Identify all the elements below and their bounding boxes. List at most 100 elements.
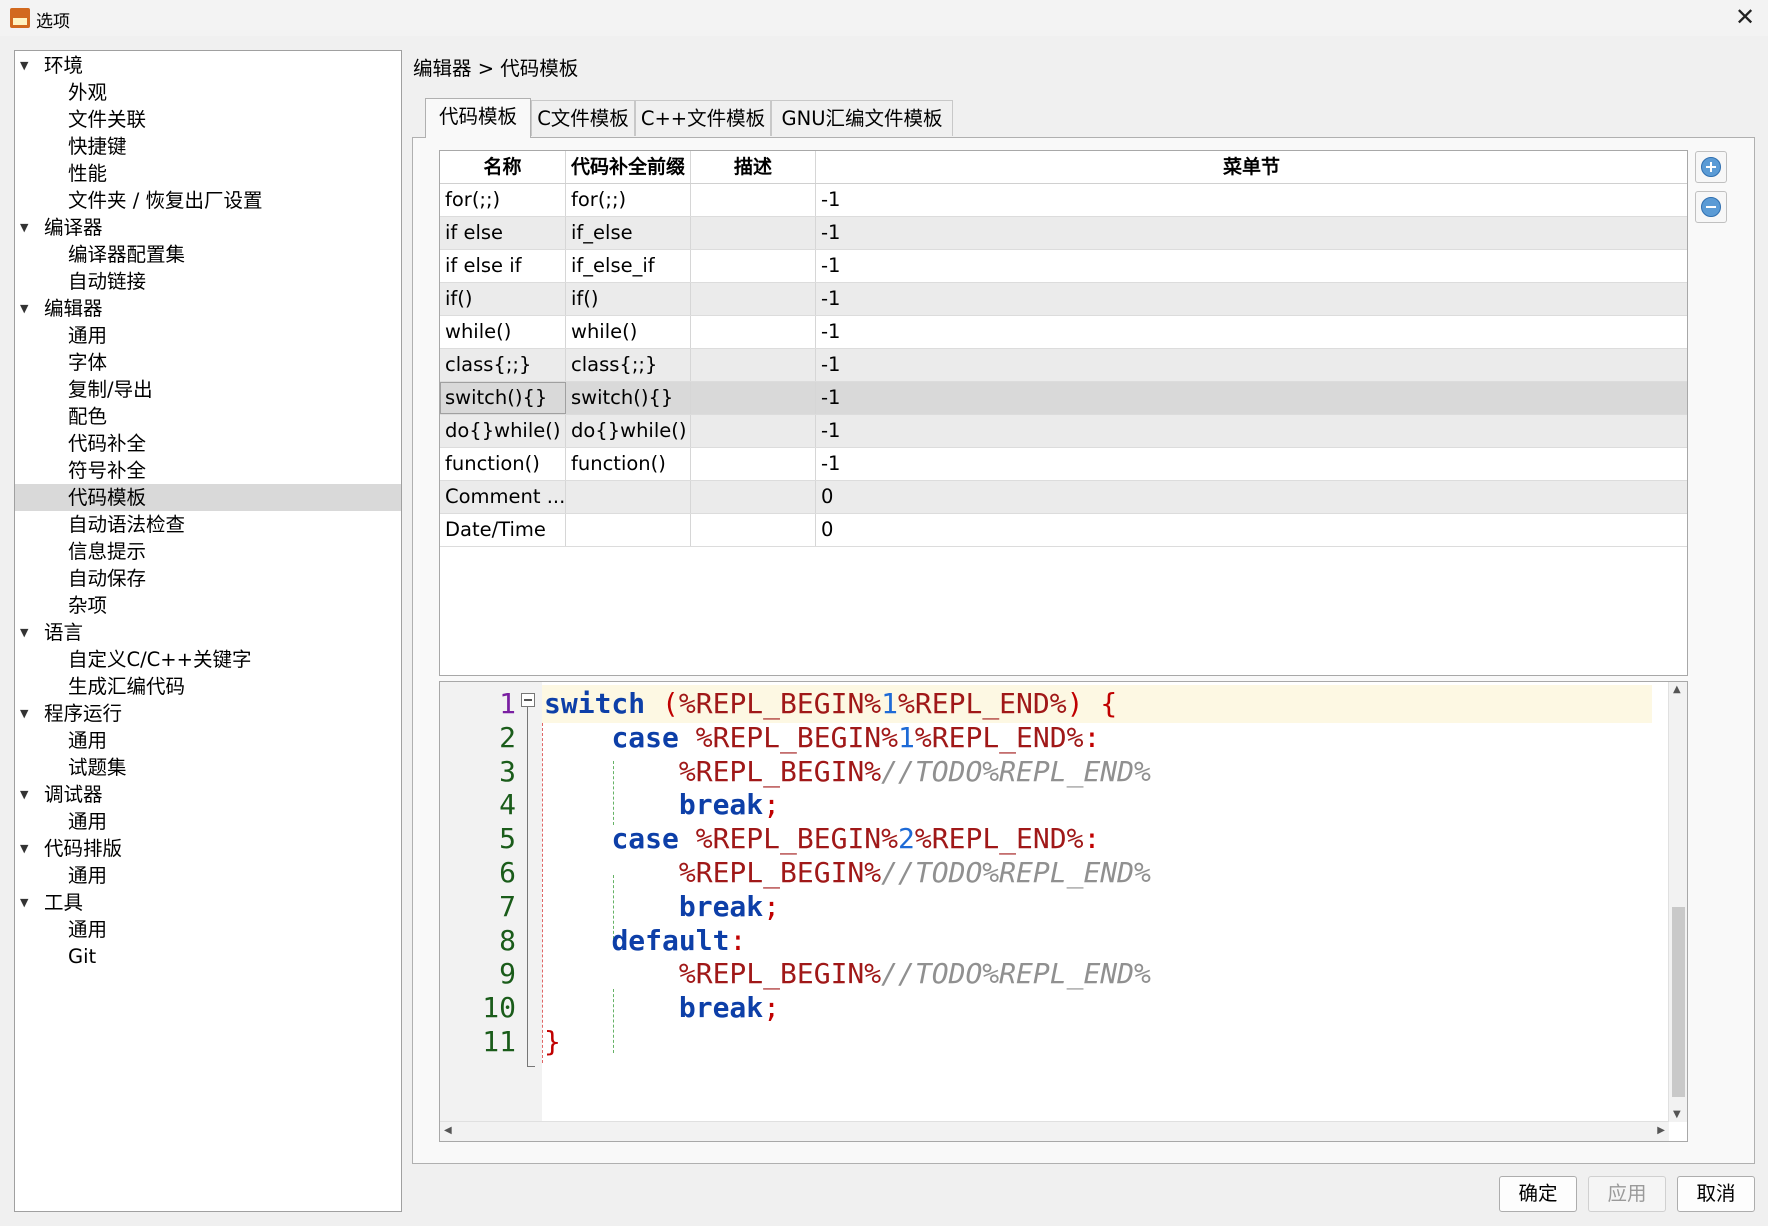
table-row[interactable]: if else if_else -1	[440, 217, 1687, 250]
tree-item[interactable]: 自动语法检查	[15, 511, 401, 538]
tree-item[interactable]: 通用	[15, 916, 401, 943]
table-row[interactable]: while() while() -1	[440, 316, 1687, 349]
template-name-cell[interactable]: for(;;)	[440, 184, 566, 216]
description-cell[interactable]	[691, 415, 816, 447]
description-cell[interactable]	[691, 349, 816, 381]
expand-caret-icon[interactable]: ▼	[20, 295, 28, 322]
expand-caret-icon[interactable]: ▼	[20, 214, 28, 241]
prefix-cell[interactable]: function()	[566, 448, 691, 480]
horizontal-scrollbar[interactable]: ◀ ▶	[440, 1121, 1669, 1141]
tree-item[interactable]: 文件关联	[15, 106, 401, 133]
table-row[interactable]: do{}while() do{}while() -1	[440, 415, 1687, 448]
column-header-menu-section[interactable]: 菜单节	[816, 151, 1687, 183]
tree-category[interactable]: ▼ 代码排版	[15, 835, 401, 862]
menu-section-cell[interactable]: 0	[816, 514, 1687, 546]
tree-category[interactable]: ▼ 程序运行	[15, 700, 401, 727]
template-name-cell[interactable]: switch(){}	[440, 382, 566, 414]
apply-button[interactable]: 应用	[1588, 1176, 1666, 1212]
tree-category[interactable]: ▼ 编辑器	[15, 295, 401, 322]
scroll-right-arrow-icon[interactable]: ▶	[1657, 1125, 1665, 1136]
template-name-cell[interactable]: if else	[440, 217, 566, 249]
tree-item[interactable]: 通用	[15, 727, 401, 754]
table-row[interactable]: function() function() -1	[440, 448, 1687, 481]
scroll-left-arrow-icon[interactable]: ◀	[444, 1125, 452, 1136]
scroll-down-arrow-icon[interactable]: ▼	[1673, 1109, 1681, 1120]
table-row[interactable]: class{;;} class{;;} -1	[440, 349, 1687, 382]
tree-category[interactable]: ▼ 语言	[15, 619, 401, 646]
column-header-description[interactable]: 描述	[691, 151, 816, 183]
tree-item[interactable]: 代码补全	[15, 430, 401, 457]
description-cell[interactable]	[691, 250, 816, 282]
prefix-cell[interactable]	[566, 514, 691, 546]
tree-item[interactable]: 生成汇编代码	[15, 673, 401, 700]
description-cell[interactable]	[691, 481, 816, 513]
ok-button[interactable]: 确定	[1499, 1176, 1577, 1212]
options-tree[interactable]: ▼ 环境 外观 文件关联 快捷键 性能 文件夹 / 恢复出厂设置 ▼ 编译器 编译器配置集 自动链接…	[14, 50, 402, 1212]
tree-item[interactable]: 通用	[15, 322, 401, 349]
menu-section-cell[interactable]: -1	[816, 382, 1687, 414]
menu-section-cell[interactable]: -1	[816, 316, 1687, 348]
tab-code-templates[interactable]: 代码模板	[425, 98, 531, 138]
tree-item[interactable]: 通用	[15, 862, 401, 889]
description-cell[interactable]	[691, 316, 816, 348]
cancel-button[interactable]: 取消	[1677, 1176, 1755, 1212]
tree-item[interactable]: 文件夹 / 恢复出厂设置	[15, 187, 401, 214]
menu-section-cell[interactable]: -1	[816, 184, 1687, 216]
menu-section-cell[interactable]: -1	[816, 283, 1687, 315]
menu-section-cell[interactable]: -1	[816, 250, 1687, 282]
description-cell[interactable]	[691, 283, 816, 315]
expand-caret-icon[interactable]: ▼	[20, 781, 28, 808]
template-name-cell[interactable]: if()	[440, 283, 566, 315]
prefix-cell[interactable]: switch(){}	[566, 382, 691, 414]
tree-item[interactable]: 自动保存	[15, 565, 401, 592]
menu-section-cell[interactable]: -1	[816, 217, 1687, 249]
remove-template-button[interactable]	[1695, 191, 1727, 223]
tree-category[interactable]: ▼ 环境	[15, 52, 401, 79]
vertical-scroll-thumb[interactable]	[1672, 907, 1685, 1097]
prefix-cell[interactable]: while()	[566, 316, 691, 348]
close-button[interactable]: ✕	[1730, 2, 1760, 32]
expand-caret-icon[interactable]: ▼	[20, 835, 28, 862]
prefix-cell[interactable]: if()	[566, 283, 691, 315]
template-name-cell[interactable]: Date/Time	[440, 514, 566, 546]
description-cell[interactable]	[691, 448, 816, 480]
expand-caret-icon[interactable]: ▼	[20, 619, 28, 646]
table-row[interactable]: for(;;) for(;;) -1	[440, 184, 1687, 217]
description-cell[interactable]	[691, 514, 816, 546]
tree-item[interactable]: 试题集	[15, 754, 401, 781]
prefix-cell[interactable]	[566, 481, 691, 513]
template-name-cell[interactable]: if else if	[440, 250, 566, 282]
tree-item[interactable]: 代码模板	[15, 484, 401, 511]
template-name-cell[interactable]: Comment ...	[440, 481, 566, 513]
tree-item[interactable]: 快捷键	[15, 133, 401, 160]
tree-item[interactable]: 外观	[15, 79, 401, 106]
table-row[interactable]: if() if() -1	[440, 283, 1687, 316]
tree-item[interactable]: 字体	[15, 349, 401, 376]
prefix-cell[interactable]: do{}while()	[566, 415, 691, 447]
prefix-cell[interactable]: if_else	[566, 217, 691, 249]
prefix-cell[interactable]: if_else_if	[566, 250, 691, 282]
tree-item[interactable]: Git	[15, 943, 401, 970]
tree-item[interactable]: 通用	[15, 808, 401, 835]
menu-section-cell[interactable]: -1	[816, 448, 1687, 480]
add-template-button[interactable]	[1695, 151, 1727, 183]
prefix-cell[interactable]: class{;;}	[566, 349, 691, 381]
template-code-editor[interactable]: 1 switch (%REPL_BEGIN%1%REPL_END%) {2 cas…	[439, 681, 1688, 1142]
tree-item[interactable]: 杂项	[15, 592, 401, 619]
menu-section-cell[interactable]: -1	[816, 415, 1687, 447]
column-header-name[interactable]: 名称	[440, 151, 566, 183]
template-name-cell[interactable]: class{;;}	[440, 349, 566, 381]
table-row[interactable]: Comment ... 0	[440, 481, 1687, 514]
tree-item[interactable]: 性能	[15, 160, 401, 187]
template-name-cell[interactable]: function()	[440, 448, 566, 480]
template-name-cell[interactable]: while()	[440, 316, 566, 348]
expand-caret-icon[interactable]: ▼	[20, 889, 28, 916]
tab-gnu-asm-file-template[interactable]: GNU汇编文件模板	[771, 100, 953, 136]
table-row[interactable]: Date/Time 0	[440, 514, 1687, 547]
vertical-scrollbar[interactable]: ▲ ▼	[1668, 682, 1687, 1122]
template-name-cell[interactable]: do{}while()	[440, 415, 566, 447]
tree-category[interactable]: ▼ 编译器	[15, 214, 401, 241]
description-cell[interactable]	[691, 184, 816, 216]
prefix-cell[interactable]: for(;;)	[566, 184, 691, 216]
tree-item[interactable]: 自定义C/C++关键字	[15, 646, 401, 673]
